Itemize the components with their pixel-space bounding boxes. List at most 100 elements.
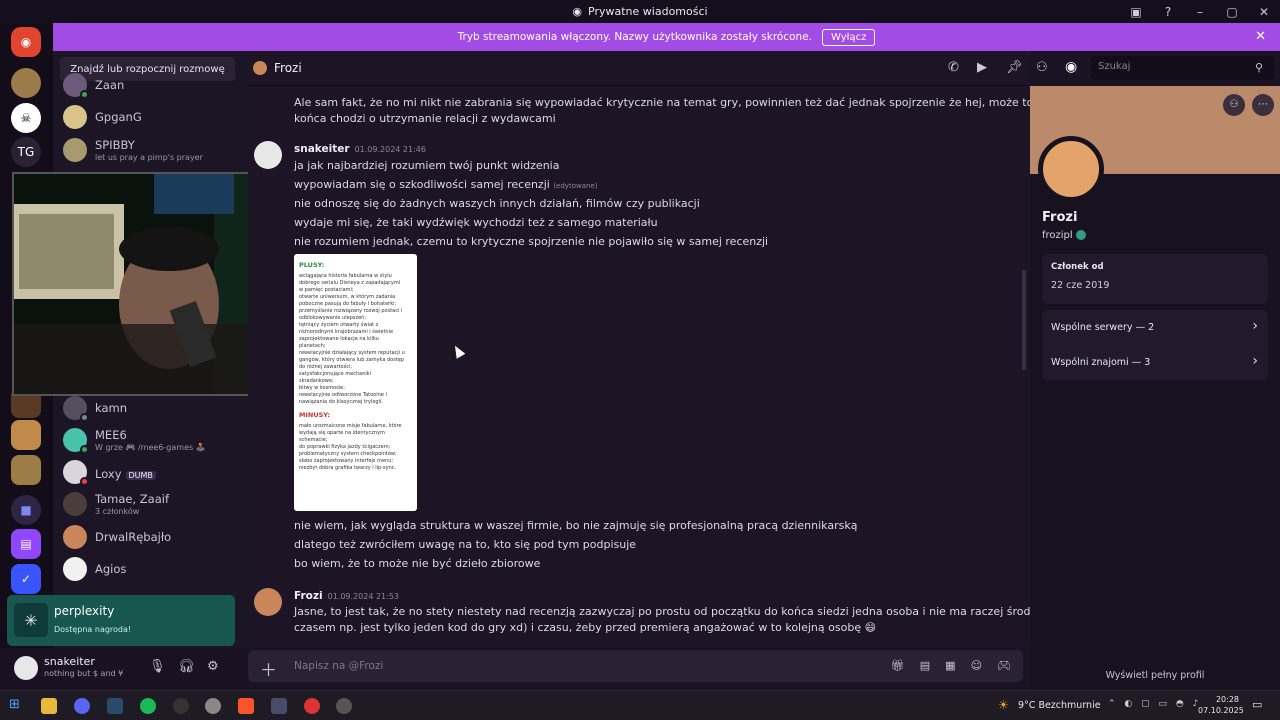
- review-line: gangów, który otwiera lub zamyka dostęp: [299, 357, 405, 363]
- maximize-button[interactable]: ▢: [1216, 5, 1248, 19]
- dm-item[interactable]: SPIBBY let us pray a pimp's prayer: [63, 134, 243, 166]
- avatar: [63, 492, 87, 516]
- clock-date[interactable]: 07.10.2025: [1198, 706, 1244, 715]
- folder-icon[interactable]: ■: [11, 495, 41, 525]
- member-since-card: Członek od 22 cze 2019: [1042, 254, 1268, 304]
- add-friends-icon[interactable]: ⚇: [1036, 60, 1048, 75]
- media-player-icon[interactable]: [336, 698, 352, 714]
- video-call-icon[interactable]: ▶: [977, 60, 987, 75]
- mutual-friends[interactable]: Wspólni znajomi — 3: [1051, 357, 1150, 368]
- help-icon[interactable]: ?: [1152, 5, 1184, 19]
- banner-text: Tryb streamowania włączony. Nazwy użytko…: [457, 31, 812, 43]
- dm-item[interactable]: Agios: [63, 553, 243, 585]
- sticker-icon[interactable]: ▦: [945, 659, 955, 672]
- disable-streamer-mode-button[interactable]: Wyłącz: [822, 28, 876, 46]
- avatar[interactable]: [254, 141, 282, 169]
- avatar[interactable]: [254, 588, 282, 616]
- mutual-servers[interactable]: Wspólne serwery — 2: [1051, 322, 1154, 333]
- server-tg[interactable]: TG: [11, 137, 41, 167]
- steam-icon[interactable]: [107, 698, 123, 714]
- app-icon[interactable]: [304, 698, 320, 714]
- user-profile-icon[interactable]: ◉: [1065, 59, 1077, 75]
- add-friend-icon[interactable]: ⚇: [1223, 94, 1245, 116]
- notification-icon[interactable]: ▭: [1252, 698, 1262, 711]
- minus-heading: MINUSY:: [299, 411, 331, 419]
- message-author[interactable]: snakeiter 01.09.2024 21:46: [294, 143, 426, 155]
- review-line: bitwy w kosmosie;: [299, 385, 345, 391]
- review-image-attachment[interactable]: PLUSY: wciągająca historia fabularna w s…: [294, 254, 417, 511]
- review-line: zaprojektowane lokacje na kilku: [299, 336, 379, 342]
- microphone-icon[interactable]: 🎙︎: [149, 659, 166, 674]
- spotify-icon[interactable]: [140, 698, 156, 714]
- gift-icon[interactable]: 🎁︎: [891, 659, 905, 672]
- discord-taskbar-icon[interactable]: [74, 698, 90, 714]
- dm-item[interactable]: kamn: [63, 392, 243, 424]
- start-icon[interactable]: ⊞: [9, 697, 20, 712]
- server-icon[interactable]: ✓: [11, 564, 41, 594]
- message-text: bo wiem, że to może nie być dzieło zbior…: [294, 557, 541, 570]
- clock-time[interactable]: 20:28: [1205, 695, 1239, 704]
- streamer-mode-banner: Tryb streamowania włączony. Nazwy użytko…: [53, 23, 1280, 51]
- dm-item[interactable]: GpganG: [63, 101, 243, 133]
- close-banner-icon[interactable]: ✕: [1255, 29, 1266, 44]
- review-line: przemyślanie rozwiązany rozwój postaci i: [299, 308, 403, 314]
- windows-taskbar: ⊞ ☀ 9°C Bezchmurnie ⌃ ◐ ▢ ▭ ◓ ♪ 20:28 07…: [0, 690, 1280, 720]
- profile-handle: frozipl: [1042, 230, 1086, 241]
- message-text: wypowiadam się o szkodliwości samej rece…: [294, 178, 598, 191]
- headphones-icon[interactable]: 🎧︎: [178, 659, 195, 674]
- avatar: [63, 460, 89, 486]
- review-line: dobrego serialu Disneya z zapadającymi: [299, 280, 401, 286]
- review-line: różnorodnymi krajobrazami i świetnie: [299, 329, 394, 335]
- dm-item[interactable]: DrwalRębajło: [63, 521, 243, 553]
- app-icon[interactable]: [205, 698, 221, 714]
- message-input[interactable]: Napisz na @Frozi: [294, 660, 383, 672]
- dm-item[interactable]: Loxy DUMB: [63, 456, 243, 488]
- server-icon[interactable]: ☠: [11, 103, 41, 133]
- message-timestamp: 01.09.2024 21:53: [327, 592, 400, 601]
- obs-icon[interactable]: [173, 698, 189, 714]
- file-explorer-icon[interactable]: [41, 698, 57, 714]
- dm-item[interactable]: Tamae, Zaaif 3 członków: [63, 488, 243, 520]
- voice-call-icon[interactable]: ✆: [948, 60, 959, 75]
- avatar[interactable]: [14, 656, 38, 680]
- search-input[interactable]: Szukaj: [1091, 56, 1274, 80]
- close-window-button[interactable]: ✕: [1248, 5, 1280, 19]
- home-button[interactable]: ◉: [11, 27, 41, 57]
- minus-list: mało urozmaicone misje fabularne, które w…: [299, 423, 412, 472]
- twitch-icon[interactable]: ▤: [11, 529, 41, 559]
- message-list: Ale sam fakt, że no mi nikt nie zabrania…: [248, 86, 1030, 646]
- server-icon[interactable]: [11, 420, 41, 450]
- app-window: ◉ Prywatne wiadomości ▣ ? – ▢ ✕ Tryb stre…: [0, 0, 1280, 720]
- server-icon[interactable]: [11, 68, 41, 98]
- gif-icon[interactable]: ▤: [920, 659, 930, 672]
- weather-text[interactable]: 9°C Bezchmurnie: [1018, 700, 1101, 711]
- profile-name: Frozi: [1042, 210, 1078, 225]
- inbox-icon[interactable]: ▣: [1120, 5, 1152, 19]
- emoji-icon[interactable]: ☺: [971, 659, 982, 672]
- message-text: Ale sam fakt, że no mi nikt nie zabrania…: [294, 96, 1030, 109]
- perplexity-icon: ✳: [14, 603, 48, 637]
- app-icon[interactable]: [271, 698, 287, 714]
- scrollbar[interactable]: [1022, 270, 1026, 370]
- promo-card[interactable]: ✳ perplexity Dostępna nagroda!: [7, 595, 235, 646]
- settings-gear-icon[interactable]: ⚙: [207, 659, 219, 674]
- brave-icon[interactable]: [238, 698, 254, 714]
- tray-icons[interactable]: ⌃ ◐ ▢ ▭ ◓ ♪: [1108, 699, 1201, 709]
- pinned-messages-icon[interactable]: 📌︎: [1006, 60, 1023, 75]
- message-author[interactable]: Frozi 01.09.2024 21:53: [294, 590, 399, 602]
- view-full-profile-link[interactable]: Wyświetl pełny profil: [1030, 670, 1280, 681]
- activities-icon[interactable]: 🎮︎: [997, 659, 1011, 672]
- avatar[interactable]: [1038, 136, 1104, 202]
- review-line: schemacie;: [299, 437, 328, 443]
- add-attachment-icon[interactable]: ＋: [260, 656, 277, 681]
- minimize-button[interactable]: –: [1184, 5, 1216, 19]
- chat-title: Frozi: [274, 61, 302, 75]
- dm-item[interactable]: Zaan: [63, 69, 243, 101]
- chevron-right-icon[interactable]: ›: [1252, 318, 1258, 334]
- server-icon[interactable]: [11, 455, 41, 485]
- message-composer[interactable]: ＋ Napisz na @Frozi 🎁︎ ▤ ▦ ☺ 🎮︎: [248, 650, 1023, 682]
- discord-icon: ◉: [572, 5, 583, 18]
- chevron-right-icon[interactable]: ›: [1252, 353, 1258, 369]
- more-options-icon[interactable]: ⋯: [1252, 94, 1274, 116]
- dm-item[interactable]: MEE6 W grze 🎮 /mee6-games 🕹️: [63, 424, 243, 456]
